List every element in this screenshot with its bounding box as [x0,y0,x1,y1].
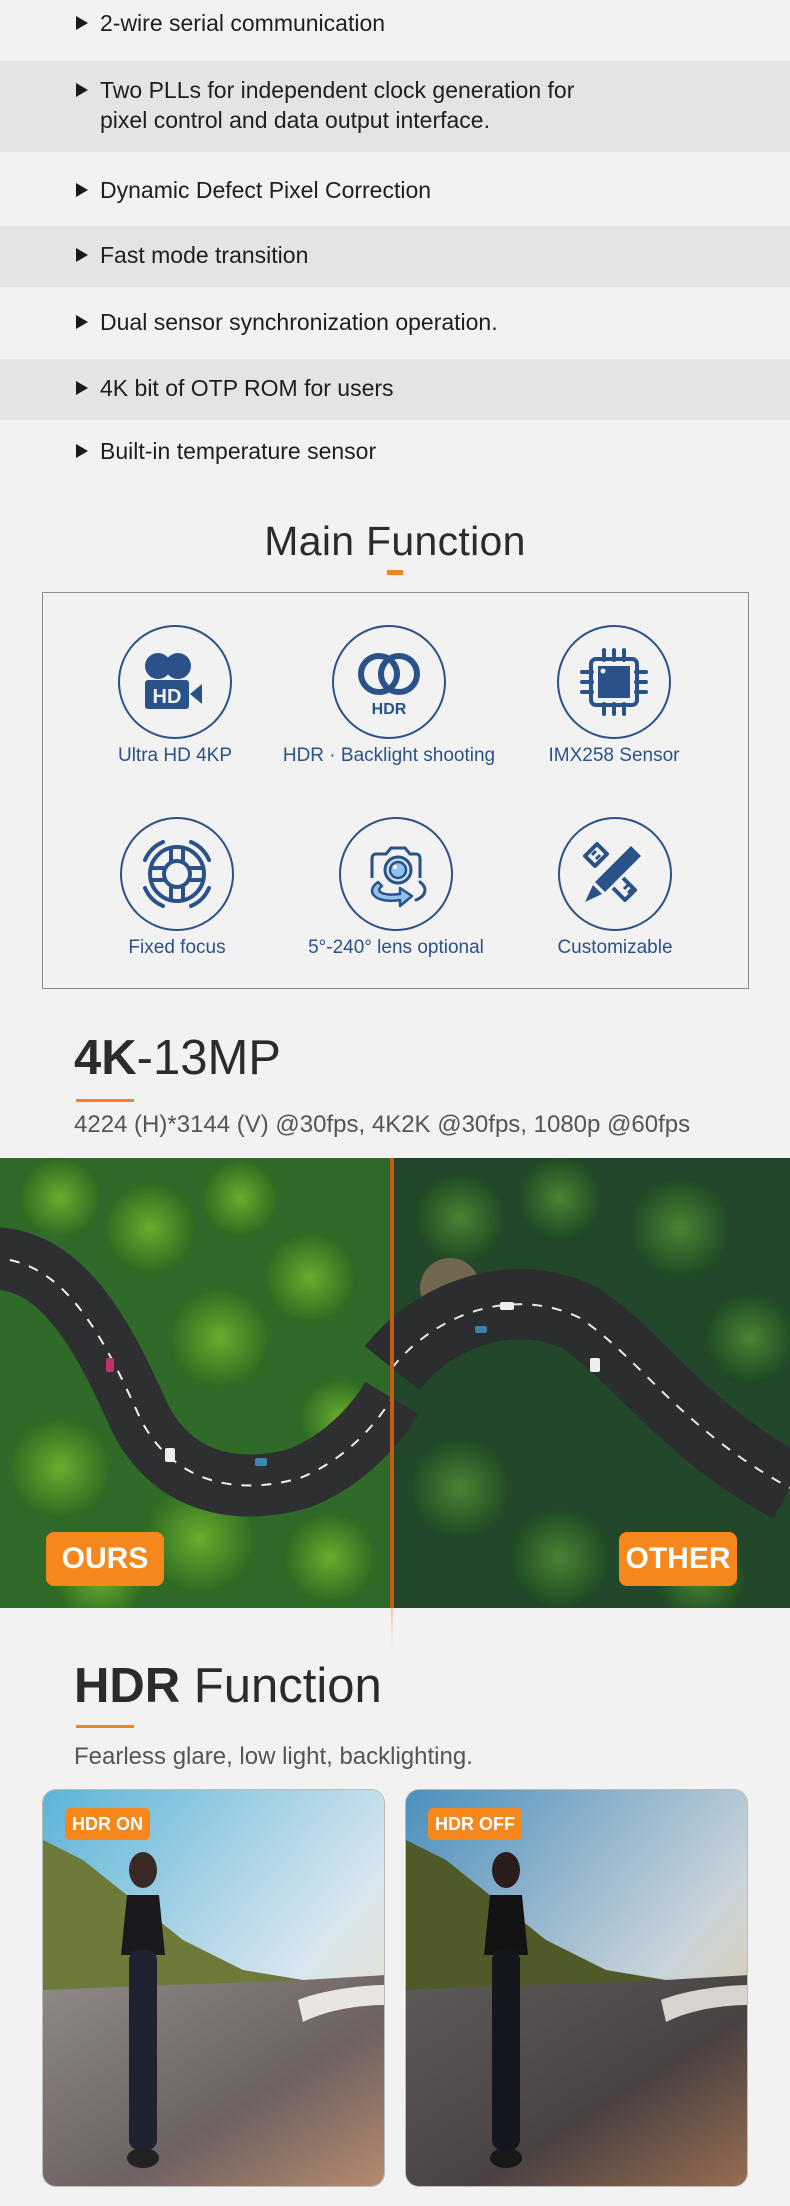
feature-row: Dynamic Defect Pixel Correction [0,152,790,226]
function-label: Customizable [557,937,673,958]
hd-camera-icon: HD [145,653,202,709]
hdr-icon: HDR [358,653,420,718]
triangle-bullet-icon [76,315,88,329]
feature-text: Fast mode transition [100,242,309,268]
feature-list: 2-wire serial communication Two PLLs for… [0,0,790,480]
feature-row: 2-wire serial communication [0,0,790,61]
hdr-title-bold: HDR [74,1659,181,1713]
function-label: HDR · Backlight shooting [282,745,496,766]
comparison-divider[interactable] [390,1158,394,1608]
triangle-bullet-icon [76,183,88,197]
chip-icon [580,648,648,716]
pencil-ruler-icon [583,842,641,902]
feature-row: Two PLLs for independent clock generatio… [0,61,790,152]
function-label: 5°-240° lens optional [308,937,484,958]
feature-row: Fast mode transition [0,226,790,287]
title-accent-bar [387,570,403,575]
function-item-lens: 5°-240° lens optional [286,817,506,959]
function-label: Fixed focus [128,937,226,958]
runner-photo-hdr-off [406,1790,747,2186]
feature-row: 4K bit of OTP ROM for users [0,359,790,420]
camera-rotate-icon [370,846,427,908]
svg-text:HD: HD [153,686,182,708]
triangle-bullet-icon [76,83,88,97]
ours-badge: OURS [46,1532,164,1586]
hdr-subtitle: Fearless glare, low light, backlighting. [74,1743,473,1770]
function-item-sensor: IMX258 Sensor [504,625,724,767]
hdr-off-badge: HDR OFF [428,1808,522,1840]
triangle-bullet-icon [76,16,88,30]
feature-text: 4K bit of OTP ROM for users [100,375,394,401]
resolution-title: 4K-13MP [74,1030,281,1086]
icon-circle [339,817,453,931]
hdr-title-light: Function [180,1659,382,1713]
title-accent-line [76,1725,134,1728]
icon-circle [558,817,672,931]
function-item-ultra-hd: HD Ultra HD 4KP [65,625,285,767]
hdr-title: HDR Function [74,1658,382,1714]
hdr-on-badge: HDR ON [65,1808,150,1840]
other-badge: OTHER [619,1532,737,1586]
icon-circle: HD [118,625,232,739]
main-function-panel: HD Ultra HD 4KP HDR HDR · Backlight shoo… [42,592,749,989]
hdr-off-image: HDR OFF [405,1789,748,2187]
title-accent-line [76,1099,134,1102]
triangle-bullet-icon [76,444,88,458]
function-item-hdr: HDR HDR · Backlight shooting [279,625,499,767]
hdr-on-image: HDR ON [42,1789,385,2187]
icon-circle: HDR [332,625,446,739]
runner-photo-hdr-on [43,1790,384,2186]
function-label: IMX258 Sensor [548,745,680,766]
triangle-bullet-icon [76,248,88,262]
function-label: Ultra HD 4KP [117,745,233,766]
resolution-title-light: -13MP [136,1031,281,1085]
divider-shadow [391,1608,393,1648]
feature-row: Built-in temperature sensor [0,420,790,480]
function-item-customizable: Customizable [505,817,725,959]
icon-circle [557,625,671,739]
main-function-title: Main Function [264,518,526,564]
function-item-fixed-focus: Fixed focus [67,817,287,959]
feature-text: 2-wire serial communication [100,10,386,36]
feature-text: Dual sensor synchronization operation. [100,309,498,335]
feature-text: Built-in temperature sensor [100,438,377,464]
feature-text: Dynamic Defect Pixel Correction [100,177,432,203]
feature-text: Two PLLs for independent clock generatio… [100,77,575,133]
feature-row: Dual sensor synchronization operation. [0,287,790,359]
lifebuoy-focus-icon [143,840,211,908]
icon-circle [120,817,234,931]
resolution-subtitle: 4224 (H)*3144 (V) @30fps, 4K2K @30fps, 1… [74,1111,691,1138]
resolution-title-bold: 4K [74,1031,137,1085]
svg-text:HDR: HDR [372,701,407,718]
triangle-bullet-icon [76,381,88,395]
